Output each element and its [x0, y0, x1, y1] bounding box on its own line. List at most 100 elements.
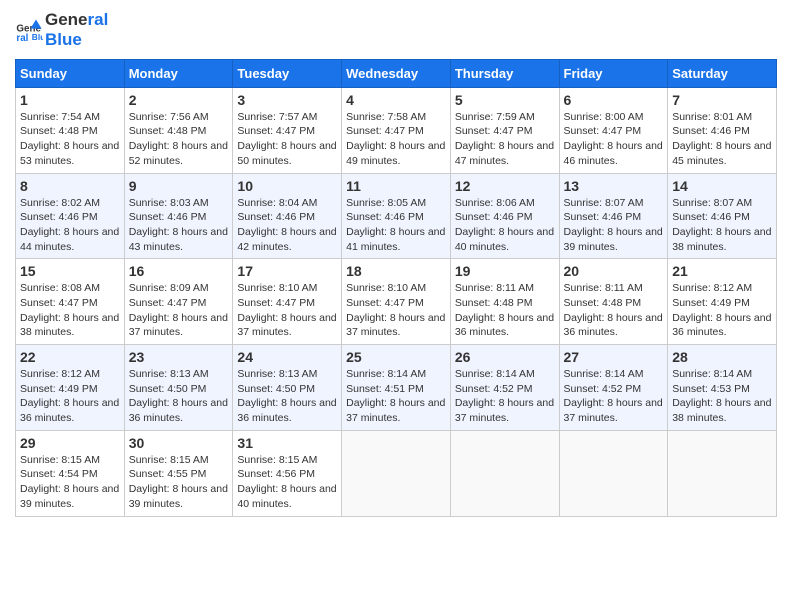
column-header-friday: Friday — [559, 59, 668, 87]
calendar-cell: 20 Sunrise: 8:11 AM Sunset: 4:48 PM Dayl… — [559, 259, 668, 345]
day-detail: Sunrise: 8:00 AM Sunset: 4:47 PM Dayligh… — [564, 110, 664, 169]
day-detail: Sunrise: 8:15 AM Sunset: 4:54 PM Dayligh… — [20, 453, 120, 512]
calendar-cell: 15 Sunrise: 8:08 AM Sunset: 4:47 PM Dayl… — [16, 259, 125, 345]
day-number: 3 — [237, 92, 337, 108]
day-number: 30 — [129, 435, 229, 451]
day-number: 24 — [237, 349, 337, 365]
day-number: 27 — [564, 349, 664, 365]
calendar-cell: 22 Sunrise: 8:12 AM Sunset: 4:49 PM Dayl… — [16, 345, 125, 431]
calendar-cell: 3 Sunrise: 7:57 AM Sunset: 4:47 PM Dayli… — [233, 87, 342, 173]
calendar-cell: 19 Sunrise: 8:11 AM Sunset: 4:48 PM Dayl… — [450, 259, 559, 345]
day-detail: Sunrise: 8:14 AM Sunset: 4:51 PM Dayligh… — [346, 367, 446, 426]
day-number: 18 — [346, 263, 446, 279]
day-detail: Sunrise: 8:07 AM Sunset: 4:46 PM Dayligh… — [564, 196, 664, 255]
calendar-table: SundayMondayTuesdayWednesdayThursdayFrid… — [15, 59, 777, 517]
column-header-wednesday: Wednesday — [342, 59, 451, 87]
calendar-cell: 16 Sunrise: 8:09 AM Sunset: 4:47 PM Dayl… — [124, 259, 233, 345]
day-detail: Sunrise: 7:59 AM Sunset: 4:47 PM Dayligh… — [455, 110, 555, 169]
day-detail: Sunrise: 8:12 AM Sunset: 4:49 PM Dayligh… — [20, 367, 120, 426]
day-number: 22 — [20, 349, 120, 365]
day-number: 6 — [564, 92, 664, 108]
calendar-cell: 31 Sunrise: 8:15 AM Sunset: 4:56 PM Dayl… — [233, 430, 342, 516]
day-number: 19 — [455, 263, 555, 279]
calendar-cell: 28 Sunrise: 8:14 AM Sunset: 4:53 PM Dayl… — [668, 345, 777, 431]
day-number: 17 — [237, 263, 337, 279]
day-detail: Sunrise: 8:06 AM Sunset: 4:46 PM Dayligh… — [455, 196, 555, 255]
column-header-sunday: Sunday — [16, 59, 125, 87]
calendar-week-row: 29 Sunrise: 8:15 AM Sunset: 4:54 PM Dayl… — [16, 430, 777, 516]
day-detail: Sunrise: 8:07 AM Sunset: 4:46 PM Dayligh… — [672, 196, 772, 255]
day-number: 9 — [129, 178, 229, 194]
day-number: 2 — [129, 92, 229, 108]
calendar-cell — [450, 430, 559, 516]
calendar-week-row: 1 Sunrise: 7:54 AM Sunset: 4:48 PM Dayli… — [16, 87, 777, 173]
day-number: 25 — [346, 349, 446, 365]
calendar-cell: 23 Sunrise: 8:13 AM Sunset: 4:50 PM Dayl… — [124, 345, 233, 431]
day-detail: Sunrise: 8:01 AM Sunset: 4:46 PM Dayligh… — [672, 110, 772, 169]
calendar-cell — [668, 430, 777, 516]
day-number: 1 — [20, 92, 120, 108]
day-detail: Sunrise: 7:54 AM Sunset: 4:48 PM Dayligh… — [20, 110, 120, 169]
column-header-thursday: Thursday — [450, 59, 559, 87]
day-detail: Sunrise: 8:12 AM Sunset: 4:49 PM Dayligh… — [672, 281, 772, 340]
logo-icon: Gene ral Blue — [15, 16, 43, 44]
calendar-cell: 14 Sunrise: 8:07 AM Sunset: 4:46 PM Dayl… — [668, 173, 777, 259]
calendar-week-row: 15 Sunrise: 8:08 AM Sunset: 4:47 PM Dayl… — [16, 259, 777, 345]
day-number: 20 — [564, 263, 664, 279]
calendar-cell: 11 Sunrise: 8:05 AM Sunset: 4:46 PM Dayl… — [342, 173, 451, 259]
day-number: 13 — [564, 178, 664, 194]
calendar-cell: 7 Sunrise: 8:01 AM Sunset: 4:46 PM Dayli… — [668, 87, 777, 173]
day-detail: Sunrise: 8:04 AM Sunset: 4:46 PM Dayligh… — [237, 196, 337, 255]
calendar-cell: 17 Sunrise: 8:10 AM Sunset: 4:47 PM Dayl… — [233, 259, 342, 345]
day-detail: Sunrise: 8:14 AM Sunset: 4:52 PM Dayligh… — [564, 367, 664, 426]
day-number: 21 — [672, 263, 772, 279]
calendar-cell: 30 Sunrise: 8:15 AM Sunset: 4:55 PM Dayl… — [124, 430, 233, 516]
logo: Gene ral Blue General Blue — [15, 10, 108, 51]
day-number: 11 — [346, 178, 446, 194]
day-number: 8 — [20, 178, 120, 194]
calendar-cell: 2 Sunrise: 7:56 AM Sunset: 4:48 PM Dayli… — [124, 87, 233, 173]
day-detail: Sunrise: 8:10 AM Sunset: 4:47 PM Dayligh… — [237, 281, 337, 340]
svg-text:Blue: Blue — [32, 32, 43, 42]
calendar-cell: 25 Sunrise: 8:14 AM Sunset: 4:51 PM Dayl… — [342, 345, 451, 431]
calendar-cell: 21 Sunrise: 8:12 AM Sunset: 4:49 PM Dayl… — [668, 259, 777, 345]
calendar-week-row: 22 Sunrise: 8:12 AM Sunset: 4:49 PM Dayl… — [16, 345, 777, 431]
calendar-cell — [559, 430, 668, 516]
day-detail: Sunrise: 8:14 AM Sunset: 4:52 PM Dayligh… — [455, 367, 555, 426]
calendar-cell: 9 Sunrise: 8:03 AM Sunset: 4:46 PM Dayli… — [124, 173, 233, 259]
calendar-cell: 10 Sunrise: 8:04 AM Sunset: 4:46 PM Dayl… — [233, 173, 342, 259]
calendar-cell: 18 Sunrise: 8:10 AM Sunset: 4:47 PM Dayl… — [342, 259, 451, 345]
day-detail: Sunrise: 8:09 AM Sunset: 4:47 PM Dayligh… — [129, 281, 229, 340]
day-number: 28 — [672, 349, 772, 365]
calendar-cell: 27 Sunrise: 8:14 AM Sunset: 4:52 PM Dayl… — [559, 345, 668, 431]
calendar-cell: 1 Sunrise: 7:54 AM Sunset: 4:48 PM Dayli… — [16, 87, 125, 173]
page-header: Gene ral Blue General Blue — [15, 10, 777, 51]
day-detail: Sunrise: 8:13 AM Sunset: 4:50 PM Dayligh… — [129, 367, 229, 426]
calendar-cell: 26 Sunrise: 8:14 AM Sunset: 4:52 PM Dayl… — [450, 345, 559, 431]
day-number: 23 — [129, 349, 229, 365]
svg-text:ral: ral — [16, 34, 28, 45]
calendar-cell: 6 Sunrise: 8:00 AM Sunset: 4:47 PM Dayli… — [559, 87, 668, 173]
calendar-cell: 24 Sunrise: 8:13 AM Sunset: 4:50 PM Dayl… — [233, 345, 342, 431]
day-number: 7 — [672, 92, 772, 108]
day-number: 29 — [20, 435, 120, 451]
day-detail: Sunrise: 7:57 AM Sunset: 4:47 PM Dayligh… — [237, 110, 337, 169]
day-number: 4 — [346, 92, 446, 108]
calendar-cell: 4 Sunrise: 7:58 AM Sunset: 4:47 PM Dayli… — [342, 87, 451, 173]
calendar-cell: 5 Sunrise: 7:59 AM Sunset: 4:47 PM Dayli… — [450, 87, 559, 173]
day-detail: Sunrise: 8:03 AM Sunset: 4:46 PM Dayligh… — [129, 196, 229, 255]
calendar-header-row: SundayMondayTuesdayWednesdayThursdayFrid… — [16, 59, 777, 87]
calendar-cell: 13 Sunrise: 8:07 AM Sunset: 4:46 PM Dayl… — [559, 173, 668, 259]
day-detail: Sunrise: 8:15 AM Sunset: 4:55 PM Dayligh… — [129, 453, 229, 512]
day-detail: Sunrise: 8:08 AM Sunset: 4:47 PM Dayligh… — [20, 281, 120, 340]
day-number: 14 — [672, 178, 772, 194]
calendar-cell: 29 Sunrise: 8:15 AM Sunset: 4:54 PM Dayl… — [16, 430, 125, 516]
column-header-saturday: Saturday — [668, 59, 777, 87]
day-detail: Sunrise: 8:14 AM Sunset: 4:53 PM Dayligh… — [672, 367, 772, 426]
day-number: 16 — [129, 263, 229, 279]
calendar-cell: 8 Sunrise: 8:02 AM Sunset: 4:46 PM Dayli… — [16, 173, 125, 259]
day-number: 26 — [455, 349, 555, 365]
calendar-cell — [342, 430, 451, 516]
day-detail: Sunrise: 8:11 AM Sunset: 4:48 PM Dayligh… — [564, 281, 664, 340]
day-number: 31 — [237, 435, 337, 451]
